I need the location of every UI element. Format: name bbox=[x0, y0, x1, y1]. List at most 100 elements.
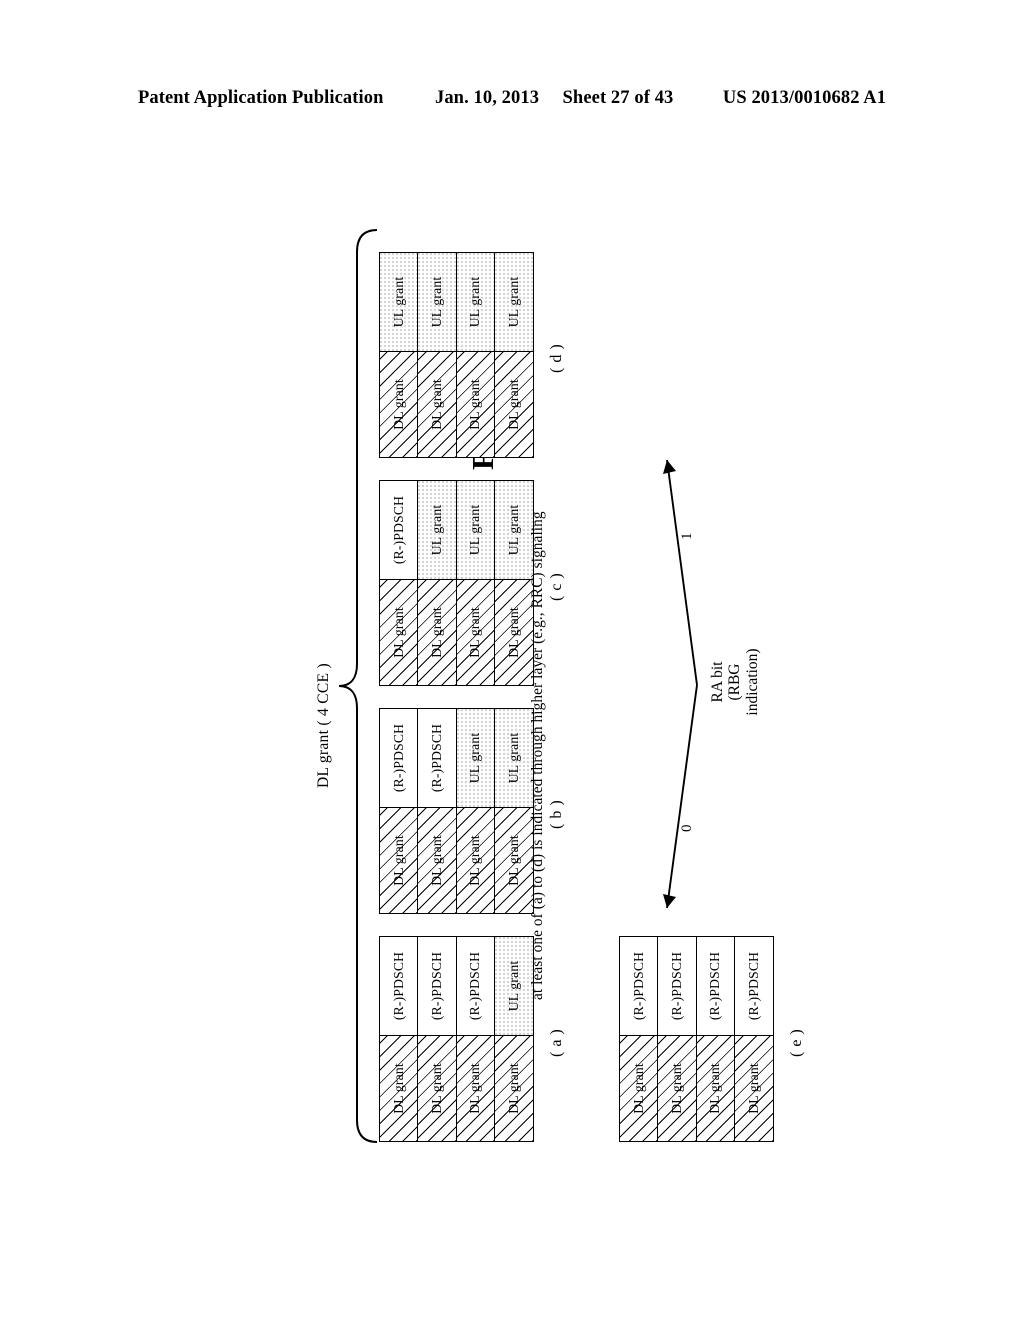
block-row: DL grant (R-)PDSCH bbox=[456, 937, 495, 1141]
ra-bit-line-1: RA bit bbox=[709, 661, 726, 703]
cell-dl-grant: DL grant bbox=[494, 350, 533, 457]
cell-pdsch: (R-)PDSCH bbox=[380, 481, 418, 579]
cell-pdsch: (R-)PDSCH bbox=[696, 937, 734, 1035]
group-caption-a: ( a ) bbox=[548, 1028, 565, 1057]
cell-pdsch: (R-)PDSCH bbox=[380, 709, 418, 807]
block-row: DL grant UL grant bbox=[418, 253, 457, 457]
block-row: DL grant UL grant bbox=[380, 253, 419, 457]
group-caption-d: ( d ) bbox=[548, 343, 565, 373]
cell-ul-grant: UL grant bbox=[456, 481, 494, 579]
cell-dl-grant: DL grant bbox=[456, 350, 494, 457]
block-group-c: DL grant (R-)PDSCH DL grant UL grant DL gran… bbox=[379, 480, 534, 686]
cell-label: DL grant bbox=[668, 1063, 684, 1114]
cell-dl-grant: DL grant bbox=[456, 578, 494, 685]
cell-label: DL grant bbox=[707, 1063, 723, 1114]
cell-label: (R-)PDSCH bbox=[630, 951, 646, 1021]
cell-label: DL grant bbox=[467, 607, 483, 658]
cell-dl-grant: DL grant bbox=[658, 1034, 696, 1141]
figure-stage: DL grant ( 4 CCE ) DL grant (R-)PDSCH DL g… bbox=[0, 0, 1024, 1320]
cell-label: DL grant bbox=[390, 835, 406, 886]
cell-label: DL grant bbox=[390, 379, 406, 430]
figure-canvas: DL grant ( 4 CCE ) DL grant (R-)PDSCH DL g… bbox=[227, 160, 805, 1160]
cell-label: DL grant bbox=[428, 607, 444, 658]
cell-label: UL grant bbox=[467, 732, 483, 784]
cell-label: UL grant bbox=[390, 276, 406, 328]
block-group-e: DL grant (R-)PDSCH DL grant (R-)PDSCH DL gra… bbox=[619, 936, 774, 1142]
cell-dl-grant: DL grant bbox=[380, 806, 418, 913]
cell-label: UL grant bbox=[428, 276, 444, 328]
cell-dl-grant: DL grant bbox=[494, 806, 533, 913]
cell-pdsch: (R-)PDSCH bbox=[658, 937, 696, 1035]
cell-dl-grant: DL grant bbox=[696, 1034, 734, 1141]
block-row: DL grant UL grant bbox=[456, 709, 495, 913]
cell-ul-grant: UL grant bbox=[418, 481, 456, 579]
cell-dl-grant: DL grant bbox=[418, 350, 456, 457]
cell-pdsch: (R-)PDSCH bbox=[620, 937, 658, 1035]
branch-value-0: 0 bbox=[679, 824, 695, 833]
cell-dl-grant: DL grant bbox=[456, 806, 494, 913]
cell-label: UL grant bbox=[505, 732, 521, 784]
cell-ul-grant: UL grant bbox=[418, 253, 456, 351]
cell-dl-grant: DL grant bbox=[734, 1034, 773, 1141]
cell-label: DL grant bbox=[630, 1063, 646, 1114]
cell-ul-grant: UL grant bbox=[494, 709, 533, 807]
cell-label: DL grant bbox=[467, 379, 483, 430]
cell-label: DL grant bbox=[505, 835, 521, 886]
cell-label: UL grant bbox=[505, 276, 521, 328]
cell-pdsch: (R-)PDSCH bbox=[418, 937, 456, 1035]
cell-ul-grant: UL grant bbox=[494, 937, 533, 1035]
cell-label: DL grant bbox=[467, 1063, 483, 1114]
dl-grant-brace bbox=[338, 229, 378, 1143]
block-group-d: DL grant UL grant DL grant UL grant DL grant… bbox=[379, 252, 534, 458]
figure-footnote: at least one of (a) to (d) is indicated … bbox=[529, 511, 546, 1000]
cell-dl-grant: DL grant bbox=[620, 1034, 658, 1141]
cell-label: DL grant bbox=[428, 835, 444, 886]
cell-label: DL grant bbox=[390, 1063, 406, 1114]
block-row: DL grant (R-)PDSCH bbox=[418, 709, 457, 913]
cell-label: (R-)PDSCH bbox=[467, 951, 483, 1021]
cell-label: UL grant bbox=[505, 504, 521, 556]
block-row: DL grant UL grant bbox=[456, 253, 495, 457]
cell-label: (R-)PDSCH bbox=[707, 951, 723, 1021]
ra-bit-line-3: indication) bbox=[743, 648, 761, 716]
cell-label: (R-)PDSCH bbox=[668, 951, 684, 1021]
cell-label: (R-)PDSCH bbox=[390, 495, 406, 565]
cell-label: (R-)PDSCH bbox=[390, 951, 406, 1021]
cell-ul-grant: UL grant bbox=[494, 481, 533, 579]
ra-bit-line-2: (RBG bbox=[726, 663, 744, 701]
cell-dl-grant: DL grant bbox=[418, 1034, 456, 1141]
cell-pdsch: (R-)PDSCH bbox=[734, 937, 773, 1035]
block-row: DL grant UL grant bbox=[494, 937, 533, 1141]
cell-label: UL grant bbox=[467, 276, 483, 328]
cell-label: (R-)PDSCH bbox=[745, 951, 761, 1021]
block-row: DL grant UL grant bbox=[418, 481, 457, 685]
cell-dl-grant: DL grant bbox=[380, 1034, 418, 1141]
block-row: DL grant (R-)PDSCH bbox=[380, 937, 419, 1141]
cell-dl-grant: DL grant bbox=[456, 1034, 494, 1141]
cell-dl-grant: DL grant bbox=[494, 578, 533, 685]
block-row: DL grant (R-)PDSCH bbox=[696, 937, 735, 1141]
block-row: DL grant UL grant bbox=[494, 709, 533, 913]
group-caption-b: ( b ) bbox=[548, 799, 565, 829]
cell-label: (R-)PDSCH bbox=[390, 723, 406, 793]
cell-dl-grant: DL grant bbox=[494, 1034, 533, 1141]
cell-label: DL grant bbox=[505, 379, 521, 430]
cell-label: DL grant bbox=[467, 835, 483, 886]
cell-dl-grant: DL grant bbox=[418, 806, 456, 913]
cell-dl-grant: DL grant bbox=[418, 578, 456, 685]
cell-label: DL grant bbox=[745, 1063, 761, 1114]
cell-label: UL grant bbox=[428, 504, 444, 556]
cell-pdsch: (R-)PDSCH bbox=[456, 937, 494, 1035]
block-row: DL grant (R-)PDSCH bbox=[418, 937, 457, 1141]
block-row: DL grant (R-)PDSCH bbox=[734, 937, 773, 1141]
block-row: DL grant UL grant bbox=[494, 481, 533, 685]
ra-bit-label: RA bit (RBG indication) bbox=[709, 636, 761, 728]
dl-grant-cce-label: DL grant ( 4 CCE ) bbox=[315, 663, 333, 788]
dl-grant-cce-text: DL grant ( 4 CCE ) bbox=[315, 663, 332, 788]
group-caption-c: ( c ) bbox=[548, 572, 565, 601]
cell-label: UL grant bbox=[467, 504, 483, 556]
cell-label: DL grant bbox=[505, 1063, 521, 1114]
block-group-b: DL grant (R-)PDSCH DL grant (R-)PDSCH DL gra… bbox=[379, 708, 534, 914]
block-row: DL grant (R-)PDSCH bbox=[380, 481, 419, 685]
branch-line-0 bbox=[666, 684, 698, 909]
